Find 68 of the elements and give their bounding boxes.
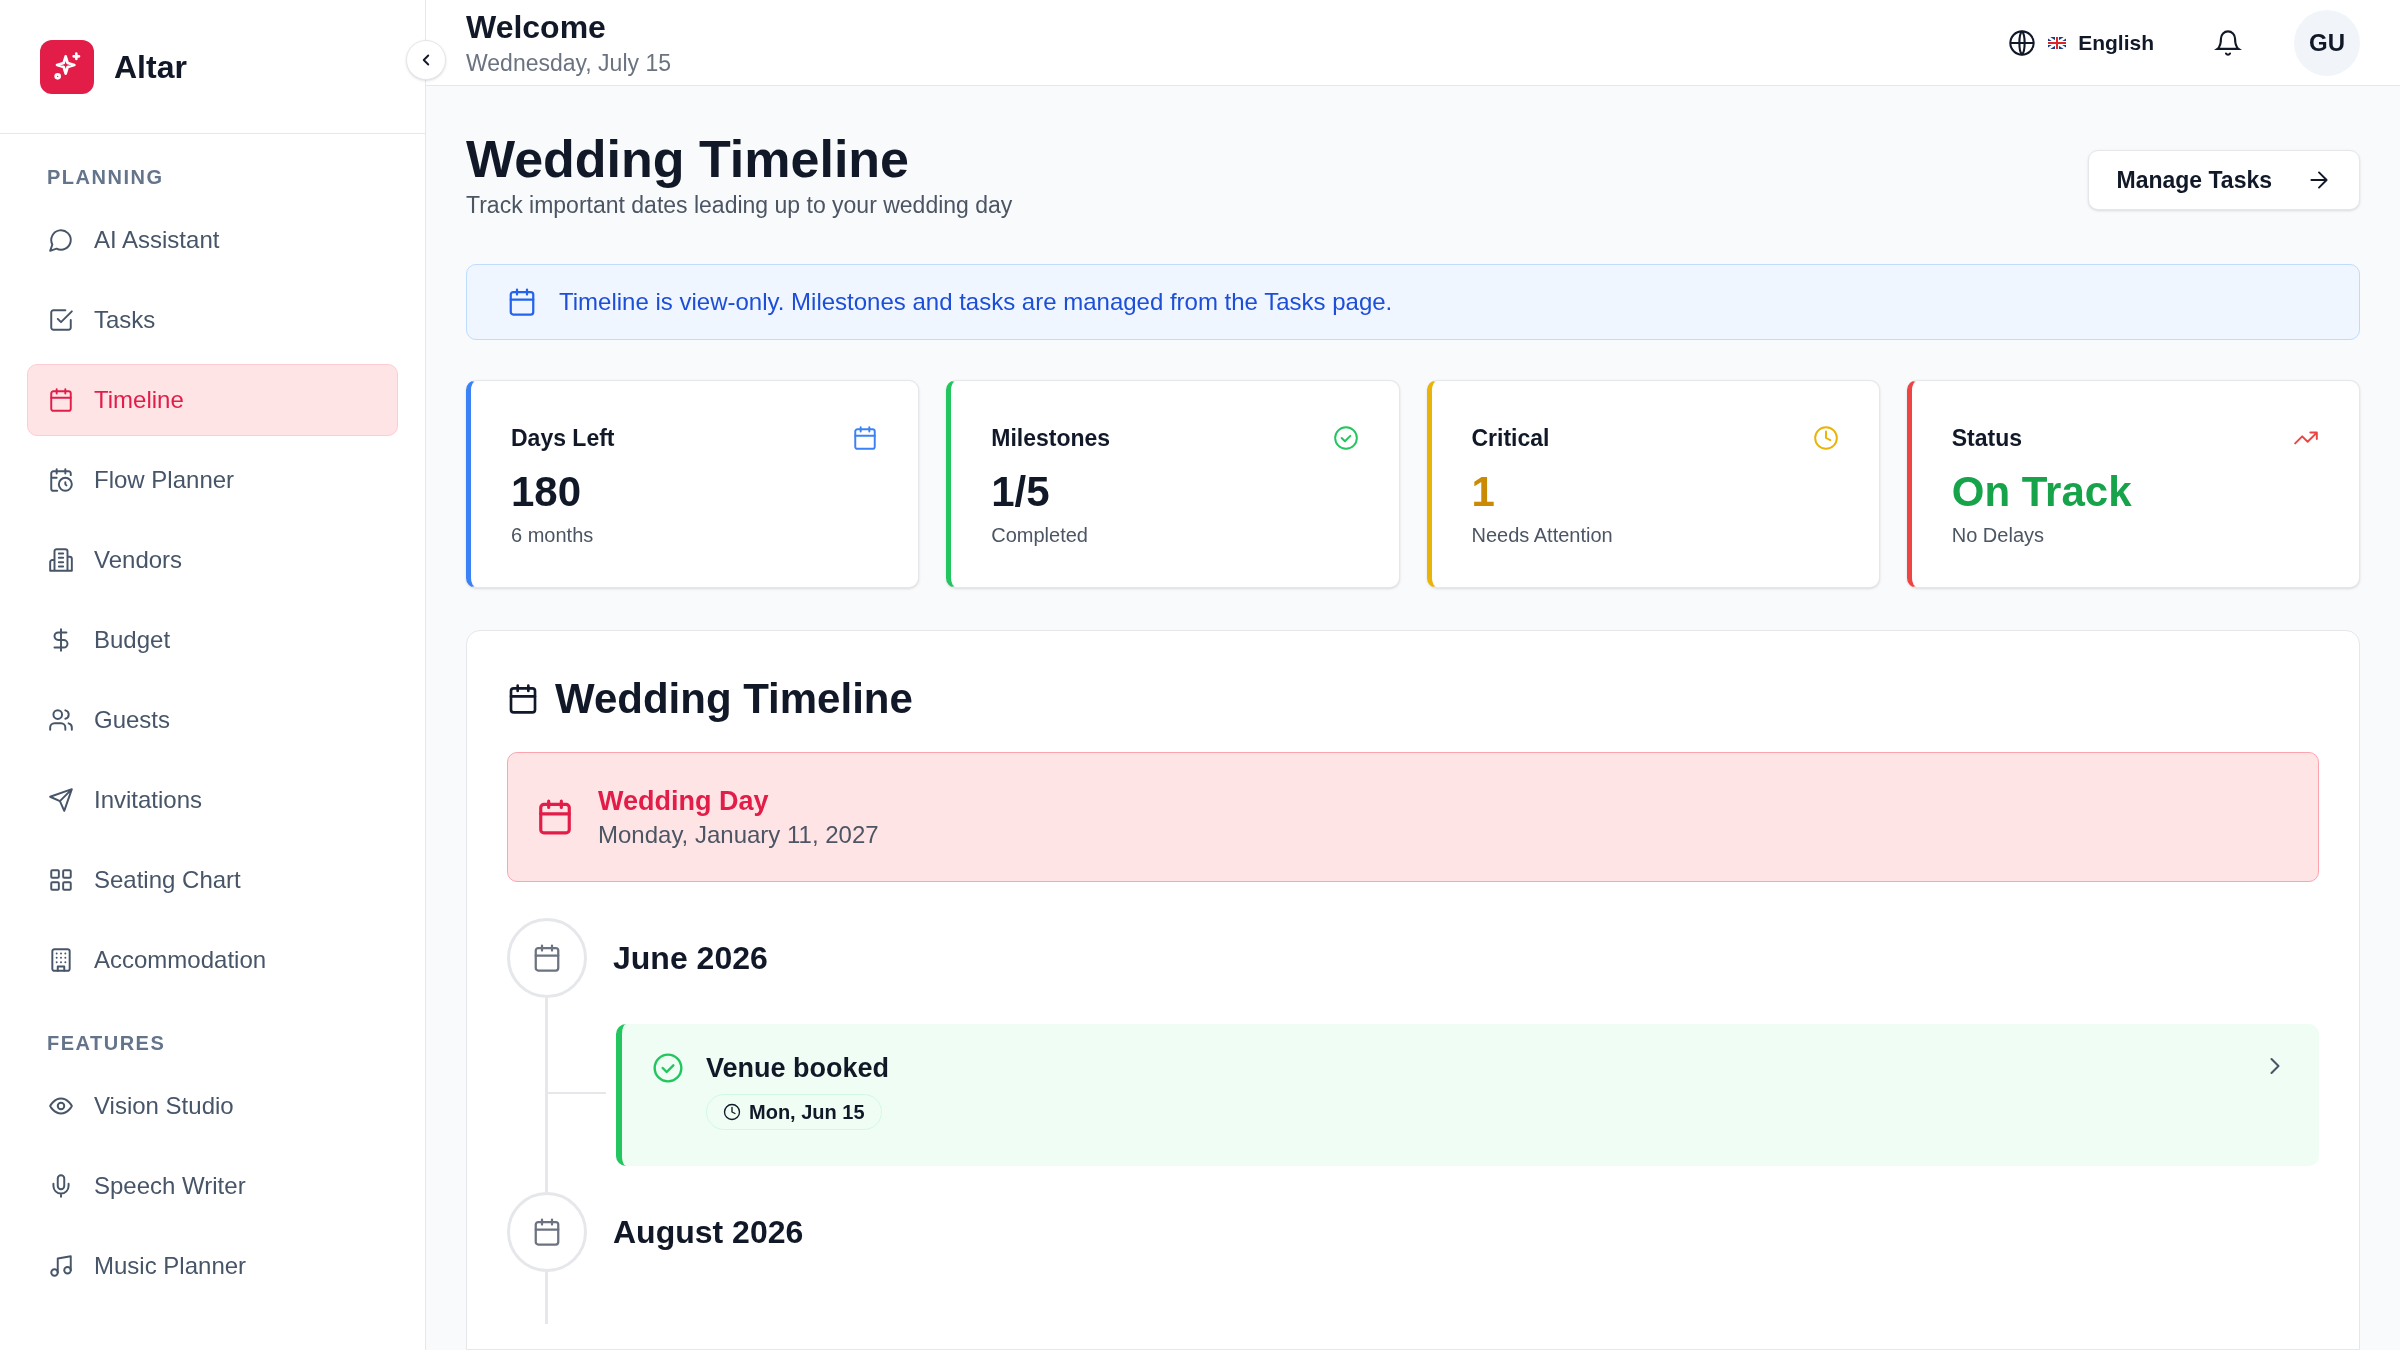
stat-value: 1/5 (991, 466, 1051, 517)
calendar-clock-icon (48, 467, 74, 493)
header-date: Wednesday, July 15 (466, 48, 672, 78)
manage-tasks-button[interactable]: Manage Tasks (2088, 150, 2360, 210)
notification-bell-icon[interactable] (2214, 28, 2242, 57)
sidebar-item[interactable]: Speech Writer (27, 1150, 398, 1222)
logo-icon (40, 39, 94, 94)
wedding-date: Monday, January 11, 2027 (598, 820, 879, 850)
sidebar-item[interactable]: Accommodation (27, 924, 398, 996)
globe-icon (2008, 28, 2037, 57)
sidebar-item[interactable]: Vision Studio (27, 1070, 398, 1142)
stat-label: Critical (1471, 424, 1550, 453)
date-chip: Mon, Jun 15 (706, 1094, 882, 1130)
page-title: Wedding Timeline (466, 129, 910, 190)
stat-note: 6 months (511, 522, 595, 548)
user-avatar[interactable]: GU (2294, 9, 2360, 76)
stat-label: Status (1951, 424, 2023, 453)
calendar-icon (536, 798, 574, 836)
stat-label: Days Left (511, 424, 615, 453)
sidebar-item[interactable]: Tasks (27, 284, 398, 356)
month-label: August 2026 (613, 1213, 804, 1252)
sidebar-item[interactable]: Seating Chart (27, 844, 398, 916)
wedding-day-title: Wedding Day (598, 785, 770, 818)
stat-value: 1 (1471, 466, 1496, 517)
chat-bubble-icon (48, 227, 74, 253)
calendar-icon (532, 1217, 562, 1247)
section-label: FEATURES (46, 1031, 167, 1056)
stat-note: No Delays (1951, 522, 2045, 548)
page-subtitle: Track important dates leading up to your wedding day (466, 191, 1014, 220)
stat-note: Needs Attention (1471, 522, 1614, 548)
sidebar-item[interactable]: Timeline (27, 364, 398, 436)
sidebar-item[interactable]: AI Assistant (27, 204, 398, 276)
sidebar-item[interactable]: Vendors (27, 524, 398, 596)
calendar-icon (507, 287, 537, 317)
grid-icon (48, 867, 74, 893)
sidebar-item[interactable]: Guests (27, 684, 398, 756)
section-label: PLANNING (46, 165, 165, 190)
sidebar-item[interactable]: Invitations (27, 764, 398, 836)
stat-value: On Track (1951, 466, 2133, 517)
calendar-icon (507, 682, 539, 715)
month-label: June 2026 (613, 939, 768, 978)
stat-value: 180 (511, 466, 583, 517)
app-name: Altar (114, 47, 187, 87)
task-card[interactable]: Venue booked Mon, Jun 15 (616, 1024, 2319, 1166)
language-selector[interactable]: English (2008, 26, 2154, 59)
check-circle-icon (1332, 425, 1359, 452)
calendar-icon (852, 425, 879, 452)
sidebar-item[interactable]: Flow Planner (27, 444, 398, 516)
sidebar-item[interactable]: Budget (27, 604, 398, 676)
stat-label: Milestones (991, 424, 1111, 453)
check-circle-icon (652, 1052, 684, 1084)
calendar-icon (532, 943, 562, 973)
building-icon (48, 547, 74, 573)
people-icon (48, 707, 74, 733)
clock-icon (1812, 425, 1839, 452)
paper-plane-icon (48, 787, 74, 813)
calendar-icon (48, 387, 74, 413)
stat-note: Completed (991, 522, 1089, 548)
music-note-icon (48, 1253, 74, 1279)
hotel-icon (48, 947, 74, 973)
sidebar-item[interactable]: Music Planner (27, 1230, 398, 1302)
clock-icon (723, 1103, 741, 1121)
checkbox-icon (48, 307, 74, 333)
info-message: Timeline is view-only. Milestones and tasks are managed from the Tasks page. (559, 287, 1393, 317)
flag-icon (2048, 36, 2067, 49)
timeline-title: Wedding Timeline (555, 674, 913, 724)
header-title: Welcome (466, 7, 607, 47)
task-title: Venue booked (706, 1052, 891, 1084)
